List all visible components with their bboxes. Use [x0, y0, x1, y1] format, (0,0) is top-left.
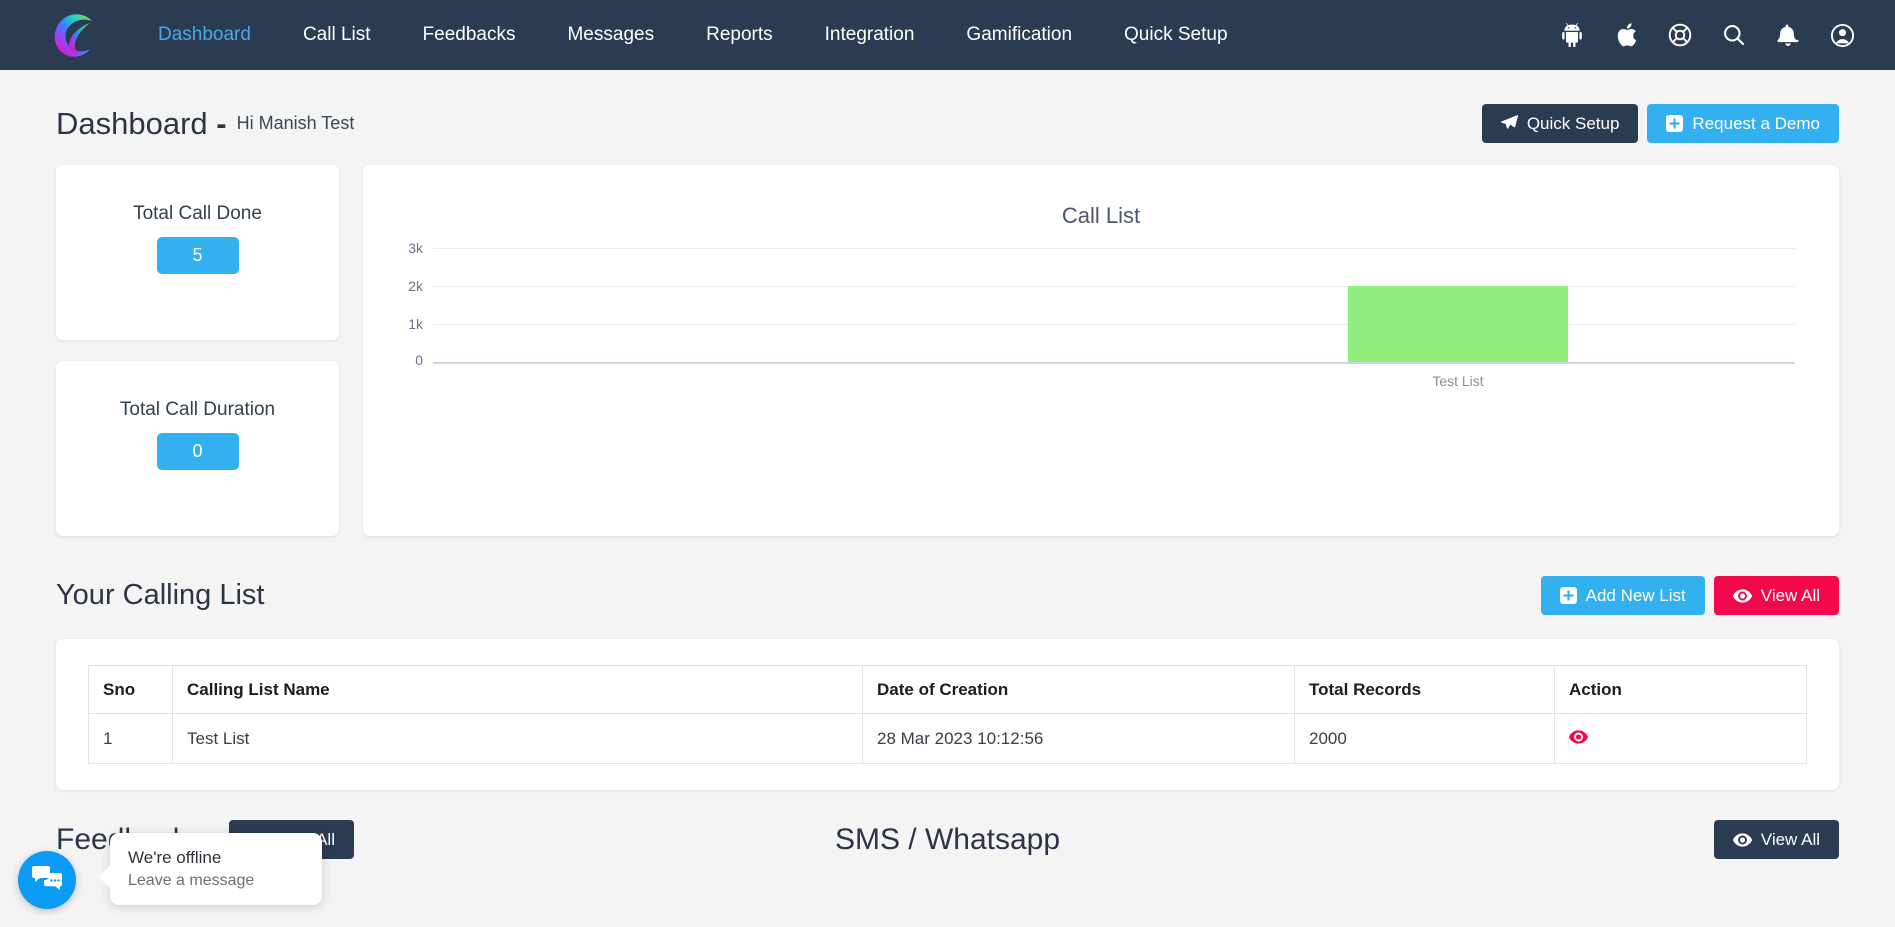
y-tick-label: 1k [408, 316, 423, 332]
column-header-name: Calling List Name [172, 665, 863, 714]
android-icon[interactable] [1557, 20, 1587, 50]
chat-tooltip-title: We're offline [128, 848, 222, 867]
dashboard-bottom-row: Feedbacks View All SMS / Whatsapp View A… [56, 820, 1839, 859]
crm-logo-icon[interactable] [50, 11, 102, 59]
y-tick-label: 2k [408, 278, 423, 294]
calling-list-table-card: Sno Calling List Name Date of Creation T… [56, 639, 1839, 790]
stat-card-column: Total Call Done 5 Total Call Duration 0 [56, 165, 339, 536]
page-body: Dashboard - Hi Manish Test Quick Setup R… [0, 70, 1895, 859]
navbar-icon-group [1557, 20, 1857, 50]
calling-list-table: Sno Calling List Name Date of Creation T… [88, 665, 1807, 764]
view-all-calling-list-button[interactable]: View All [1713, 576, 1839, 615]
chart-plot-area: 3k 2k 1k 0 Test List [363, 165, 1839, 536]
column-header-action: Action [1554, 665, 1807, 714]
page-header: Dashboard - Hi Manish Test Quick Setup R… [56, 70, 1839, 153]
y-tick-label: 0 [415, 352, 423, 368]
table-header-row: Sno Calling List Name Date of Creation T… [88, 665, 1807, 714]
x-tick-label: Test List [1432, 373, 1484, 389]
cell-records: 2000 [1294, 713, 1555, 764]
nav-link-gamification[interactable]: Gamification [940, 0, 1098, 70]
page-title: Dashboard - [56, 106, 227, 142]
request-demo-button[interactable]: Request a Demo [1647, 104, 1839, 143]
column-header-date: Date of Creation [862, 665, 1295, 714]
nav-link-messages[interactable]: Messages [541, 0, 680, 70]
stat-label: Total Call Duration [119, 399, 276, 420]
page-title-separator: - [216, 105, 227, 141]
chat-offline-tooltip[interactable]: We're offline Leave a message [110, 833, 322, 905]
request-demo-button-label: Request a Demo [1692, 114, 1820, 133]
stat-card-total-call-duration: Total Call Duration 0 [56, 361, 339, 536]
cell-name: Test List [172, 713, 863, 764]
cell-action [1554, 713, 1807, 764]
column-header-records: Total Records [1294, 665, 1555, 714]
view-all-sms-whatsapp-button[interactable]: View All [1713, 820, 1839, 859]
eye-icon [1732, 832, 1752, 847]
nav-link-quick-setup[interactable]: Quick Setup [1098, 0, 1254, 70]
stat-label: Total Call Done [133, 203, 262, 224]
chat-icon [32, 865, 62, 896]
add-new-list-button-label: Add New List [1585, 586, 1686, 605]
stat-card-total-call-done: Total Call Done 5 [56, 165, 339, 340]
paper-plane-icon [1500, 115, 1518, 132]
cell-sno: 1 [88, 713, 173, 764]
gridline-3k [433, 248, 1795, 249]
x-axis-line [433, 362, 1795, 364]
nav-link-dashboard[interactable]: Dashboard [132, 0, 277, 70]
sms-whatsapp-actions: View All [1086, 820, 1839, 859]
calling-list-actions: Add New List View All [1540, 576, 1839, 615]
nav-link-feedbacks[interactable]: Feedbacks [397, 0, 542, 70]
y-tick-label: 3k [408, 240, 423, 256]
cell-date: 28 Mar 2023 10:12:56 [862, 713, 1295, 764]
eye-icon[interactable] [1569, 729, 1588, 748]
column-header-sno: Sno [88, 665, 173, 714]
add-new-list-button[interactable]: Add New List [1540, 576, 1705, 615]
user-account-icon[interactable] [1827, 20, 1857, 50]
user-greeting: Hi Manish Test [236, 113, 355, 133]
apple-icon[interactable] [1611, 20, 1641, 50]
plus-square-icon [1559, 587, 1577, 604]
section-title: Your Calling List [56, 579, 265, 611]
chat-launcher-button[interactable] [18, 851, 76, 909]
plus-square-icon [1666, 115, 1684, 132]
view-all-sms-whatsapp-button-label: View All [1760, 830, 1820, 849]
search-icon[interactable] [1719, 20, 1749, 50]
chat-tooltip-subtitle: Leave a message [128, 872, 255, 889]
stat-value-total-call-duration[interactable]: 0 [156, 433, 239, 470]
calling-list-section-header: Your Calling List Add New List View All [56, 576, 1839, 615]
view-all-calling-list-button-label: View All [1760, 586, 1820, 605]
eye-icon [1732, 588, 1752, 603]
primary-nav: Dashboard Call List Feedbacks Messages R… [132, 0, 1254, 70]
life-ring-icon[interactable] [1665, 20, 1695, 50]
quick-setup-button-label: Quick Setup [1526, 114, 1620, 133]
quick-setup-button[interactable]: Quick Setup [1481, 104, 1639, 143]
sms-whatsapp-heading: SMS / Whatsapp [834, 822, 1061, 856]
nav-link-reports[interactable]: Reports [680, 0, 799, 70]
bar-test-list[interactable] [1348, 286, 1568, 362]
gridline-2k [433, 286, 1795, 287]
nav-link-integration[interactable]: Integration [799, 0, 941, 70]
bell-icon[interactable] [1773, 20, 1803, 50]
stat-value-total-call-done[interactable]: 5 [156, 237, 239, 274]
dashboard-top-row: Total Call Done 5 Total Call Duration 0 … [56, 165, 1839, 536]
nav-link-call-list[interactable]: Call List [277, 0, 397, 70]
table-row: 1 Test List 28 Mar 2023 10:12:56 2000 [88, 713, 1807, 764]
top-navbar: Dashboard Call List Feedbacks Messages R… [0, 0, 1895, 70]
page-title-text: Dashboard [56, 105, 208, 141]
gridline-1k [433, 324, 1795, 325]
header-actions: Quick Setup Request a Demo [1481, 104, 1839, 143]
call-list-bar-chart: Call List 3k 2k 1k 0 Test List [363, 165, 1839, 536]
